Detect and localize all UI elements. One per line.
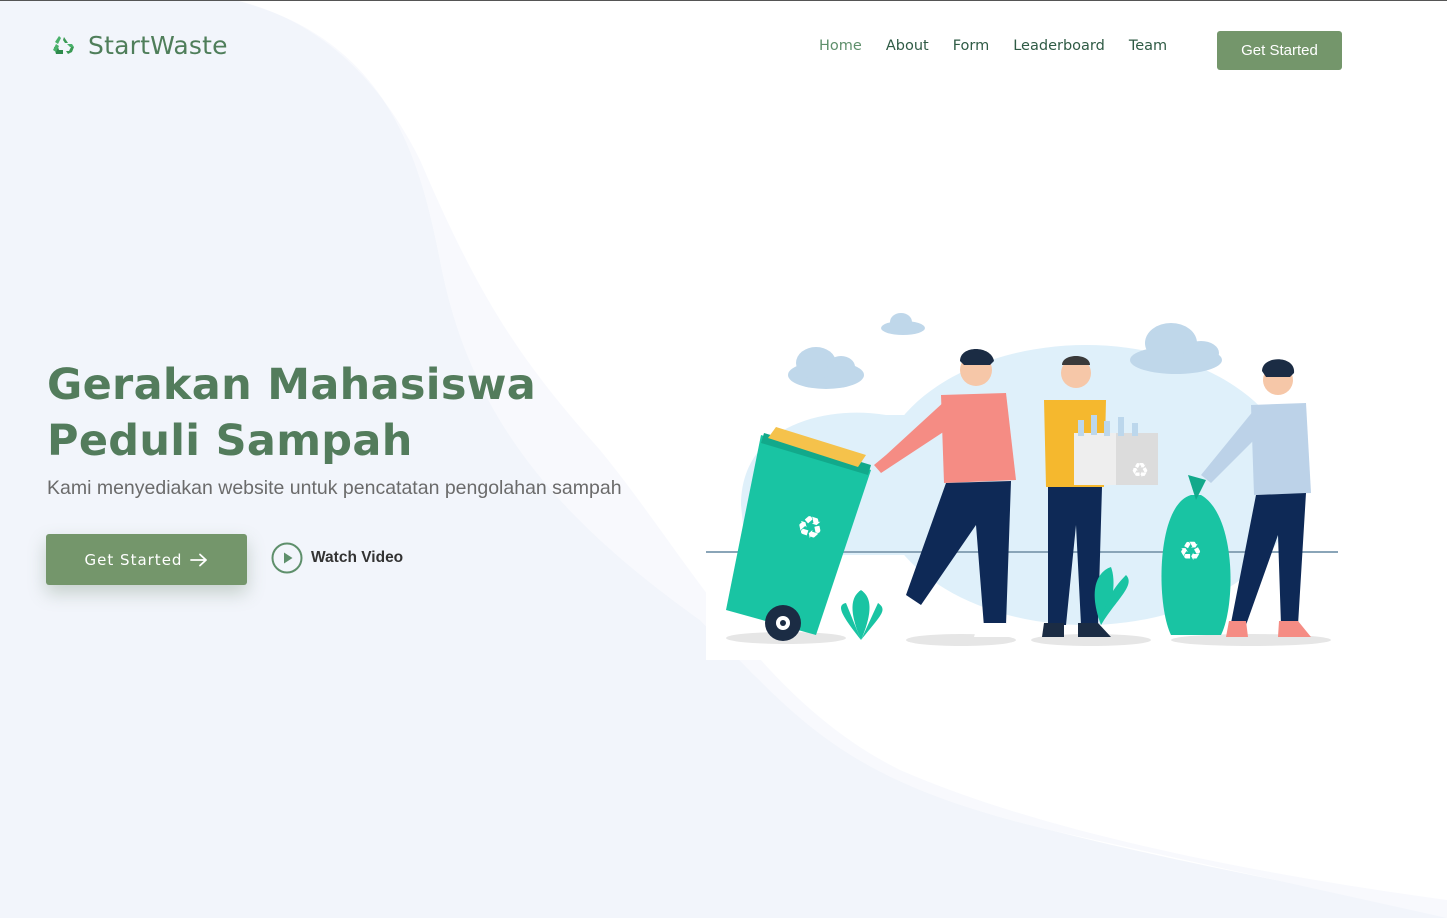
nav-item-about[interactable]: About	[886, 38, 929, 54]
site-header: StartWaste Home About Form Leaderboard T…	[0, 0, 1447, 100]
nav-item-team[interactable]: Team	[1129, 38, 1167, 54]
hero-subtitle: Kami menyediakan website untuk pencatata…	[47, 477, 622, 499]
watch-video-button[interactable]: Watch Video	[271, 542, 403, 574]
nav-item-home[interactable]: Home	[819, 38, 862, 54]
hero-title: Gerakan Mahasiswa Peduli Sampah	[47, 360, 537, 466]
hero-get-started-label: Get Started	[84, 550, 183, 569]
nav-item-leaderboard[interactable]: Leaderboard	[1013, 38, 1105, 54]
hero-illustration: ♻ ♻ ♻	[706, 305, 1346, 660]
logo[interactable]: StartWaste	[50, 31, 228, 60]
nav-item-form[interactable]: Form	[953, 38, 990, 54]
watch-video-label: Watch Video	[311, 549, 404, 566]
nav-get-started-button[interactable]: Get Started	[1217, 31, 1342, 70]
recycle-icon	[53, 35, 74, 54]
main-nav: Home About Form Leaderboard Team	[819, 38, 1191, 54]
svg-text:♻: ♻	[1131, 458, 1149, 482]
svg-text:♻: ♻	[1179, 537, 1202, 567]
play-circle-icon	[271, 542, 303, 574]
hero-get-started-button[interactable]: Get Started	[46, 534, 247, 585]
brand-name: StartWaste	[88, 31, 228, 60]
arrow-right-icon	[190, 553, 208, 566]
